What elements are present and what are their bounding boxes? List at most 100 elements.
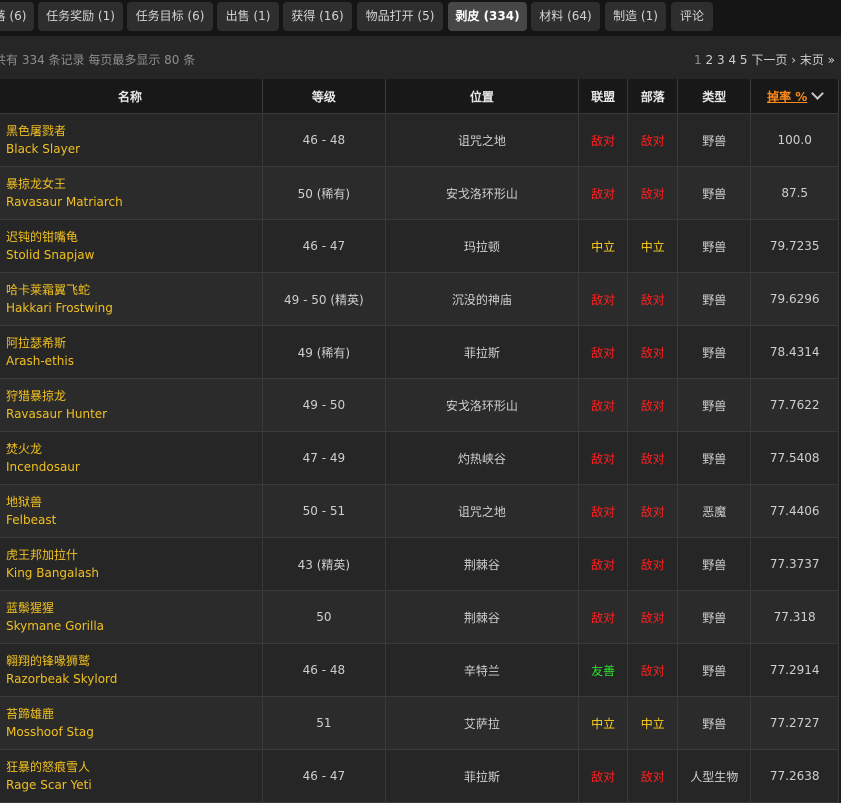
tab-1[interactable]: 任务奖励 (1) <box>38 2 123 31</box>
header-horde[interactable]: 部落 <box>627 79 679 114</box>
npc-name-cn-link[interactable]: 苔蹄雄鹿 <box>6 705 262 723</box>
npc-name-en-link[interactable]: Skymane Gorilla <box>6 617 262 635</box>
table-row: 地狱兽 Felbeast 50 - 51 诅咒之地 敌对 敌对 恶魔 77.4406 <box>0 484 839 538</box>
npc-name-en-link[interactable]: Ravasaur Matriarch <box>6 193 262 211</box>
location-cell: 灼热峡谷 <box>385 431 579 485</box>
tab-6[interactable]: 剥皮 (334) <box>448 2 527 31</box>
npc-name-en-link[interactable]: Razorbeak Skylord <box>6 670 262 688</box>
name-cell: 地狱兽 Felbeast <box>0 484 263 538</box>
alliance-reaction-cell: 敌对 <box>578 590 629 644</box>
npc-name-en-link[interactable]: Rage Scar Yeti <box>6 776 262 794</box>
type-cell: 野兽 <box>677 590 752 644</box>
npc-name-cn-link[interactable]: 地狱兽 <box>6 493 262 511</box>
type-cell: 野兽 <box>677 113 752 167</box>
npc-name-cn-link[interactable]: 狩猎暴掠龙 <box>6 387 262 405</box>
next-page-link[interactable]: 下一页 › <box>751 53 796 67</box>
tab-0[interactable]: 掉落 (6) <box>0 2 34 31</box>
type-cell: 恶魔 <box>677 484 752 538</box>
horde-reaction-cell: 敌对 <box>627 166 679 220</box>
type-cell: 野兽 <box>677 166 752 220</box>
npc-name-en-link[interactable]: Felbeast <box>6 511 262 529</box>
npc-name-cn-link[interactable]: 迟钝的钳嘴龟 <box>6 228 262 246</box>
type-cell: 野兽 <box>677 431 752 485</box>
table-row: 焚火龙 Incendosaur 47 - 49 灼热峡谷 敌对 敌对 野兽 77.5408 <box>0 431 839 485</box>
npc-name-en-link[interactable]: Mosshoof Stag <box>6 723 262 741</box>
chevron-down-icon <box>811 86 825 100</box>
page-link-5[interactable]: 5 <box>740 53 748 67</box>
alliance-reaction-cell: 敌对 <box>578 272 629 326</box>
table-row: 迟钝的钳嘴龟 Stolid Snapjaw 46 - 47 玛拉顿 中立 中立 野兽 79.7… <box>0 219 839 273</box>
npc-name-en-link[interactable]: King Bangalash <box>6 564 262 582</box>
name-cell: 狩猎暴掠龙 Ravasaur Hunter <box>0 378 263 432</box>
table-row: 虎王邦加拉什 King Bangalash 43 (精英) 荆棘谷 敌对 敌对 野兽 77.3… <box>0 537 839 591</box>
skinning-table: 名称 等级 位置 联盟 部落 类型 掉率 % 黑色屠戮者 Black Slayer… <box>0 79 839 803</box>
npc-name-cn-link[interactable]: 翱翔的锋喙狮鹫 <box>6 652 262 670</box>
npc-name-cn-link[interactable]: 哈卡莱霜翼飞蛇 <box>6 281 262 299</box>
header-rate[interactable]: 掉率 % <box>750 79 839 114</box>
npc-name-cn-link[interactable]: 焚火龙 <box>6 440 262 458</box>
npc-name-en-link[interactable]: Incendosaur <box>6 458 262 476</box>
tab-8[interactable]: 制造 (1) <box>605 2 666 31</box>
name-cell: 虎王邦加拉什 King Bangalash <box>0 537 263 591</box>
horde-reaction-cell: 敌对 <box>627 431 679 485</box>
level-cell: 43 (精英) <box>262 537 386 591</box>
tab-5[interactable]: 物品打开 (5) <box>357 2 443 31</box>
location-cell: 辛特兰 <box>385 643 579 697</box>
alliance-reaction-cell: 敌对 <box>578 113 629 167</box>
table-row: 暴掠龙女王 Ravasaur Matriarch 50 (稀有) 安戈洛环形山 敌对 敌对… <box>0 166 839 220</box>
last-page-link[interactable]: 末页 » <box>800 53 835 67</box>
rate-cell: 77.2727 <box>750 696 839 750</box>
name-cell: 暴掠龙女王 Ravasaur Matriarch <box>0 166 263 220</box>
page-link-4[interactable]: 4 <box>728 53 736 67</box>
tab-9[interactable]: 评论 <box>671 2 713 31</box>
horde-reaction-cell: 敌对 <box>627 378 679 432</box>
page-link-2[interactable]: 2 <box>706 53 714 67</box>
tab-4[interactable]: 获得 (16) <box>283 2 352 31</box>
location-cell: 荆棘谷 <box>385 537 579 591</box>
table-header-row: 名称 等级 位置 联盟 部落 类型 掉率 % <box>0 79 839 114</box>
level-cell: 46 - 48 <box>262 113 386 167</box>
rate-cell: 100.0 <box>750 113 839 167</box>
rate-cell: 79.7235 <box>750 219 839 273</box>
npc-name-en-link[interactable]: Stolid Snapjaw <box>6 246 262 264</box>
horde-reaction-cell: 敌对 <box>627 113 679 167</box>
npc-name-en-link[interactable]: Arash-ethis <box>6 352 262 370</box>
rate-cell: 77.2914 <box>750 643 839 697</box>
rate-cell: 77.3737 <box>750 537 839 591</box>
rate-cell: 78.4314 <box>750 325 839 379</box>
alliance-reaction-cell: 敌对 <box>578 537 629 591</box>
npc-name-cn-link[interactable]: 虎王邦加拉什 <box>6 546 262 564</box>
tab-3[interactable]: 出售 (1) <box>217 2 279 31</box>
header-alliance[interactable]: 联盟 <box>578 79 629 114</box>
level-cell: 51 <box>262 696 386 750</box>
npc-name-en-link[interactable]: Black Slayer <box>6 140 262 158</box>
header-location[interactable]: 位置 <box>385 79 579 114</box>
tab-2[interactable]: 任务目标 (6) <box>127 2 213 31</box>
npc-name-cn-link[interactable]: 狂暴的怒痕雪人 <box>6 758 262 776</box>
table-row: 蓝鬃猩猩 Skymane Gorilla 50 荆棘谷 敌对 敌对 野兽 77.318 <box>0 590 839 644</box>
page-link-1[interactable]: 1 <box>694 53 702 67</box>
header-level[interactable]: 等级 <box>262 79 386 114</box>
alliance-reaction-cell: 中立 <box>578 696 629 750</box>
header-type[interactable]: 类型 <box>677 79 752 114</box>
npc-name-en-link[interactable]: Hakkari Frostwing <box>6 299 262 317</box>
header-name[interactable]: 名称 <box>0 79 263 114</box>
level-cell: 50 - 51 <box>262 484 386 538</box>
npc-name-en-link[interactable]: Ravasaur Hunter <box>6 405 262 423</box>
table-row: 翱翔的锋喙狮鹫 Razorbeak Skylord 46 - 48 辛特兰 友善 敌对 野兽… <box>0 643 839 697</box>
horde-reaction-cell: 敌对 <box>627 272 679 326</box>
location-cell: 安戈洛环形山 <box>385 166 579 220</box>
header-rate-label[interactable]: 掉率 % <box>767 90 807 104</box>
table-row: 阿拉瑟希斯 Arash-ethis 49 (稀有) 菲拉斯 敌对 敌对 野兽 78.4314 <box>0 325 839 379</box>
type-cell: 野兽 <box>677 537 752 591</box>
tab-7[interactable]: 材料 (64) <box>531 2 600 31</box>
location-cell: 菲拉斯 <box>385 325 579 379</box>
page-link-3[interactable]: 3 <box>717 53 725 67</box>
npc-name-cn-link[interactable]: 蓝鬃猩猩 <box>6 599 262 617</box>
type-cell: 野兽 <box>677 272 752 326</box>
npc-name-cn-link[interactable]: 阿拉瑟希斯 <box>6 334 262 352</box>
npc-name-cn-link[interactable]: 黑色屠戮者 <box>6 122 262 140</box>
location-cell: 荆棘谷 <box>385 590 579 644</box>
name-cell: 苔蹄雄鹿 Mosshoof Stag <box>0 696 263 750</box>
npc-name-cn-link[interactable]: 暴掠龙女王 <box>6 175 262 193</box>
